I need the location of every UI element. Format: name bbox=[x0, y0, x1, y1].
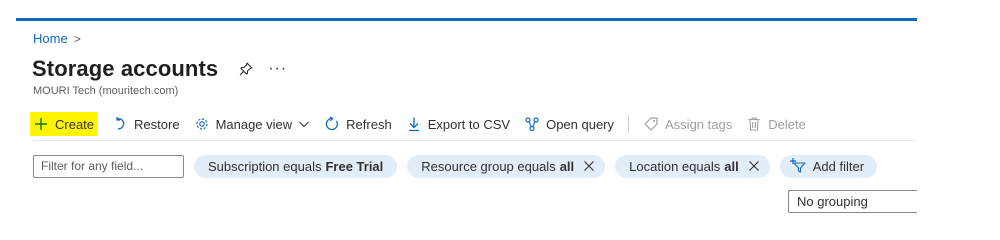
breadcrumb-home[interactable]: Home bbox=[33, 31, 68, 46]
export-label: Export to CSV bbox=[427, 116, 511, 132]
resource-group-filter-pill[interactable]: Resource group equals all bbox=[407, 154, 606, 178]
create-label: Create bbox=[55, 116, 95, 132]
tag-icon bbox=[643, 116, 659, 132]
location-filter-pill[interactable]: Location equals all bbox=[615, 154, 770, 178]
top-accent-bar bbox=[16, 18, 917, 21]
trash-icon bbox=[746, 116, 762, 132]
add-filter-label: Add filter bbox=[812, 158, 865, 174]
refresh-button[interactable]: Refresh bbox=[324, 112, 392, 136]
delete-label: Delete bbox=[768, 116, 806, 132]
pin-icon[interactable] bbox=[238, 61, 254, 77]
resource-group-filter-label: Resource group equals bbox=[421, 158, 556, 174]
manage-view-label: Manage view bbox=[215, 116, 293, 132]
location-filter-label: Location equals bbox=[629, 158, 721, 174]
assign-tags-button[interactable]: Assign tags bbox=[643, 112, 732, 136]
breadcrumb-separator: > bbox=[73, 31, 81, 46]
close-icon[interactable] bbox=[748, 160, 760, 172]
resource-group-filter-value: all bbox=[559, 158, 575, 174]
add-filter-icon bbox=[789, 157, 807, 176]
toolbar-separator-line bbox=[33, 140, 917, 141]
create-button[interactable]: Create bbox=[30, 112, 99, 136]
restore-label: Restore bbox=[134, 116, 180, 132]
restore-icon bbox=[112, 116, 128, 132]
download-icon bbox=[406, 116, 422, 132]
plus-icon bbox=[33, 116, 49, 132]
breadcrumb: Home > bbox=[33, 31, 81, 46]
command-bar: Create Restore Manage view Refresh Expor… bbox=[30, 112, 820, 136]
gear-icon bbox=[194, 116, 210, 132]
toolbar-divider bbox=[628, 115, 630, 133]
delete-button[interactable]: Delete bbox=[746, 112, 806, 136]
refresh-icon bbox=[324, 116, 340, 132]
chevron-down-icon bbox=[298, 118, 310, 130]
directory-subtitle: MOURI Tech (mouritech.com) bbox=[33, 85, 179, 97]
query-icon bbox=[524, 116, 540, 132]
open-query-button[interactable]: Open query bbox=[524, 112, 614, 136]
assign-tags-label: Assign tags bbox=[665, 116, 733, 132]
filter-bar: Subscription equals Free Trial Resource … bbox=[33, 154, 887, 178]
subscription-filter-value: Free Trial bbox=[325, 158, 384, 174]
restore-button[interactable]: Restore bbox=[112, 112, 180, 136]
page-title: Storage accounts bbox=[32, 56, 219, 81]
title-row: Storage accounts ··· bbox=[32, 56, 287, 82]
grouping-dropdown[interactable]: No grouping bbox=[788, 190, 917, 213]
close-icon[interactable] bbox=[583, 160, 595, 172]
grouping-selected-value: No grouping bbox=[797, 194, 868, 209]
more-options-icon[interactable]: ··· bbox=[268, 61, 287, 77]
add-filter-button[interactable]: Add filter bbox=[779, 154, 878, 178]
manage-view-button[interactable]: Manage view bbox=[194, 112, 311, 136]
refresh-label: Refresh bbox=[346, 116, 392, 132]
export-csv-button[interactable]: Export to CSV bbox=[406, 112, 510, 136]
subscription-filter-label: Subscription equals bbox=[208, 158, 322, 174]
filter-input[interactable] bbox=[33, 154, 184, 178]
location-filter-value: all bbox=[724, 158, 739, 174]
open-query-label: Open query bbox=[546, 116, 615, 132]
subscription-filter-pill[interactable]: Subscription equals Free Trial bbox=[194, 154, 398, 178]
